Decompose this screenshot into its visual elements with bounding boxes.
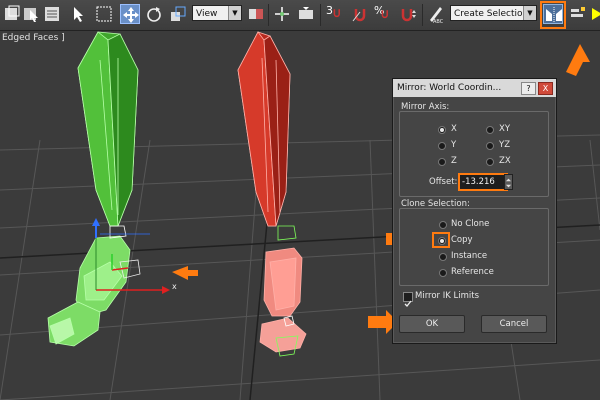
arrow-icon	[566, 44, 590, 76]
axis-yz-radio[interactable]	[486, 142, 494, 150]
mirror-dialog: Mirror: World Coordin... ? X Mirror Axis…	[392, 78, 557, 344]
axis-z-label: Z	[451, 156, 457, 166]
green-leg-model	[47, 31, 141, 347]
select-object-icon[interactable]	[22, 4, 42, 24]
select-cursor-icon[interactable]	[68, 4, 88, 24]
align-icon[interactable]	[568, 4, 588, 24]
svg-text:ABC: ABC	[433, 19, 444, 24]
mirror-ik-checkbox[interactable]	[403, 292, 413, 307]
ok-button[interactable]: OK	[399, 315, 465, 333]
more-tools-icon[interactable]	[588, 4, 600, 24]
instance-label: Instance	[451, 251, 488, 261]
edit-named-selection-icon[interactable]: ABC	[426, 4, 446, 24]
main-toolbar: View ▼ 3 % ABC Create Selection Se ▼	[0, 0, 600, 31]
spinner-snap-icon[interactable]	[398, 4, 418, 24]
angle-snap-icon[interactable]	[350, 4, 370, 24]
viewport-label[interactable]: Edged Faces ]	[2, 33, 65, 43]
dialog-title: Mirror: World Coordin...	[397, 83, 502, 93]
close-button[interactable]: X	[538, 82, 553, 95]
chevron-down-icon: ▼	[228, 6, 241, 20]
offset-label: Offset:	[429, 177, 458, 187]
axis-yz-label: YZ	[499, 140, 511, 150]
select-manipulate-icon[interactable]	[272, 4, 292, 24]
reference-coordinate-dropdown[interactable]: View ▼	[192, 5, 242, 21]
offset-value: -13.216	[462, 177, 495, 187]
offset-spinner[interactable]	[504, 174, 513, 190]
chevron-down-icon: ▼	[523, 6, 536, 20]
scale-icon[interactable]	[168, 4, 188, 24]
axis-xy-radio[interactable]	[486, 126, 494, 134]
reference-coordinate-value: View	[196, 9, 218, 19]
mirror-highlight	[540, 1, 566, 29]
axis-xy-label: XY	[499, 124, 511, 134]
axis-y-label: Y	[451, 140, 457, 150]
keyboard-shortcut-icon[interactable]	[296, 4, 316, 24]
named-selection-dropdown[interactable]: Create Selection Se ▼	[450, 5, 537, 21]
no-clone-radio[interactable]	[439, 221, 447, 229]
axis-zx-radio[interactable]	[486, 158, 494, 166]
offset-input[interactable]: -13.216	[458, 173, 508, 191]
no-clone-label: No Clone	[451, 219, 490, 229]
reference-label: Reference	[451, 267, 494, 277]
axis-x-label: x	[172, 282, 177, 291]
instance-radio[interactable]	[439, 253, 447, 261]
copy-label: Copy	[451, 235, 473, 245]
reference-radio[interactable]	[439, 269, 447, 277]
help-button[interactable]: ?	[521, 82, 536, 95]
selection-filter-icon[interactable]	[2, 4, 22, 24]
axis-z-radio[interactable]	[438, 158, 446, 166]
mirror-ik-label: Mirror IK Limits	[415, 291, 480, 301]
select-by-name-icon[interactable]	[42, 4, 62, 24]
copy-radio[interactable]	[438, 237, 446, 245]
rotate-icon[interactable]	[144, 4, 164, 24]
snap-toggle-icon[interactable]: 3	[326, 4, 346, 24]
window-crossing-icon[interactable]	[97, 4, 117, 24]
axis-x-label: X	[451, 124, 457, 134]
axis-zx-label: ZX	[499, 156, 511, 166]
pivot-center-icon[interactable]	[246, 4, 266, 24]
arrow-icon	[172, 266, 198, 280]
cancel-button[interactable]: Cancel	[481, 315, 547, 333]
axis-x-radio[interactable]	[438, 126, 446, 134]
move-icon[interactable]	[120, 4, 140, 24]
red-leg-model	[237, 31, 307, 357]
percent-snap-icon[interactable]: %	[374, 4, 394, 24]
axis-y-radio[interactable]	[438, 142, 446, 150]
